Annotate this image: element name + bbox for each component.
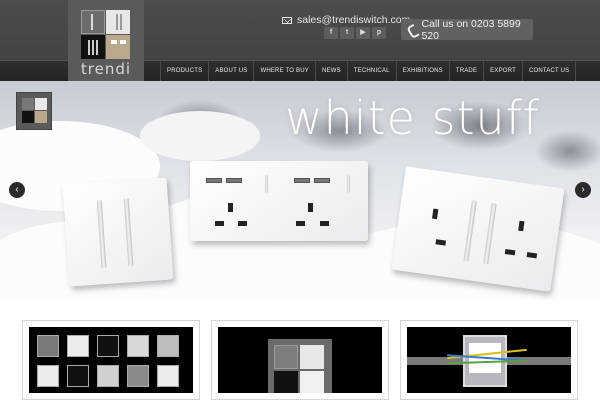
- double-switch-plate: [62, 177, 174, 287]
- nav-item-news[interactable]: NEWS: [316, 61, 348, 81]
- socket-pin: [435, 239, 447, 246]
- product-tile: [67, 335, 89, 357]
- usb-port: [206, 178, 222, 183]
- product-card-wiring[interactable]: [400, 320, 578, 400]
- usb-port: [314, 178, 330, 183]
- logo[interactable]: trendi: [68, 0, 144, 81]
- socket-pin: [518, 220, 525, 232]
- trendi-logo-image: [218, 327, 382, 393]
- email-text: sales@trendiswitch.com: [297, 14, 411, 26]
- nav-item-export[interactable]: EXPORT: [484, 61, 523, 81]
- usb-port: [294, 178, 310, 183]
- switch-range-image: [29, 327, 193, 393]
- product-tile: [37, 335, 59, 357]
- socket-pin: [526, 252, 538, 259]
- wiring-diagram-image: [407, 327, 571, 393]
- switch-rocker: [123, 198, 134, 267]
- socket-pin: [228, 203, 233, 212]
- nav-item-technical[interactable]: TECHNICAL: [348, 61, 397, 81]
- logo-wordmark: trendi: [80, 60, 132, 78]
- logo-mark-icon: [81, 10, 131, 60]
- socket-pin: [308, 203, 313, 212]
- snow-mound: [140, 111, 260, 161]
- youtube-icon[interactable]: ▶: [356, 27, 370, 39]
- social-links: f t ▶ p: [324, 27, 386, 39]
- product-tile: [157, 335, 179, 357]
- hero-title: white stuff: [285, 91, 541, 145]
- product-tile: [67, 365, 89, 387]
- product-tile: [127, 335, 149, 357]
- facebook-icon[interactable]: f: [324, 27, 338, 39]
- socket-rocker: [347, 175, 350, 193]
- product-tile: [97, 335, 119, 357]
- pinterest-icon[interactable]: p: [372, 27, 386, 39]
- socket-pin: [296, 221, 305, 226]
- product-cards: [0, 300, 600, 400]
- socket-pin: [432, 208, 439, 220]
- main-nav: PRODUCTS ABOUT US WHERE TO BUY NEWS TECH…: [160, 61, 577, 81]
- socket-pin: [238, 221, 247, 226]
- nav-item-trade[interactable]: TRADE: [450, 61, 485, 81]
- nav-item-products[interactable]: PRODUCTS: [160, 61, 210, 81]
- socket-pin: [215, 221, 224, 226]
- nav-item-about-us[interactable]: ABOUT US: [209, 61, 255, 81]
- hero-slider: white stuff ‹ ›: [0, 81, 600, 300]
- slider-prev-button[interactable]: ‹: [9, 182, 25, 198]
- nav-item-where-to-buy[interactable]: WHERE TO BUY: [254, 61, 316, 81]
- switch-rocker: [463, 199, 477, 262]
- switch-rocker: [96, 200, 107, 269]
- product-tile: [127, 365, 149, 387]
- nav-item-contact-us[interactable]: CONTACT US: [523, 61, 577, 81]
- envelope-icon: [282, 16, 292, 24]
- product-card-switches[interactable]: [22, 320, 200, 400]
- product-tile: [37, 365, 59, 387]
- socket-pin: [504, 249, 516, 256]
- email-link[interactable]: sales@trendiswitch.com: [282, 14, 410, 26]
- product-card-logo[interactable]: [211, 320, 389, 400]
- usb-port: [226, 178, 242, 183]
- product-tile: [157, 365, 179, 387]
- socket-rocker: [265, 175, 268, 193]
- phone-text: Call us on 0203 5899 520: [421, 17, 521, 42]
- slider-next-button[interactable]: ›: [575, 182, 591, 198]
- double-socket-usb-plate: [190, 161, 368, 241]
- socket-pin: [320, 221, 329, 226]
- trendi-badge-icon: [16, 92, 52, 130]
- nav-item-exhibitions[interactable]: EXHIBITIONS: [397, 61, 450, 81]
- socket-switch-plate: [391, 166, 565, 292]
- phone-button[interactable]: Call us on 0203 5899 520: [401, 17, 533, 42]
- phone-icon: [408, 25, 415, 34]
- product-tile: [97, 365, 119, 387]
- site-header: trendi sales@trendiswitch.com f t ▶ p Ca…: [0, 0, 600, 81]
- twitter-icon[interactable]: t: [340, 27, 354, 39]
- switch-rocker: [483, 202, 497, 265]
